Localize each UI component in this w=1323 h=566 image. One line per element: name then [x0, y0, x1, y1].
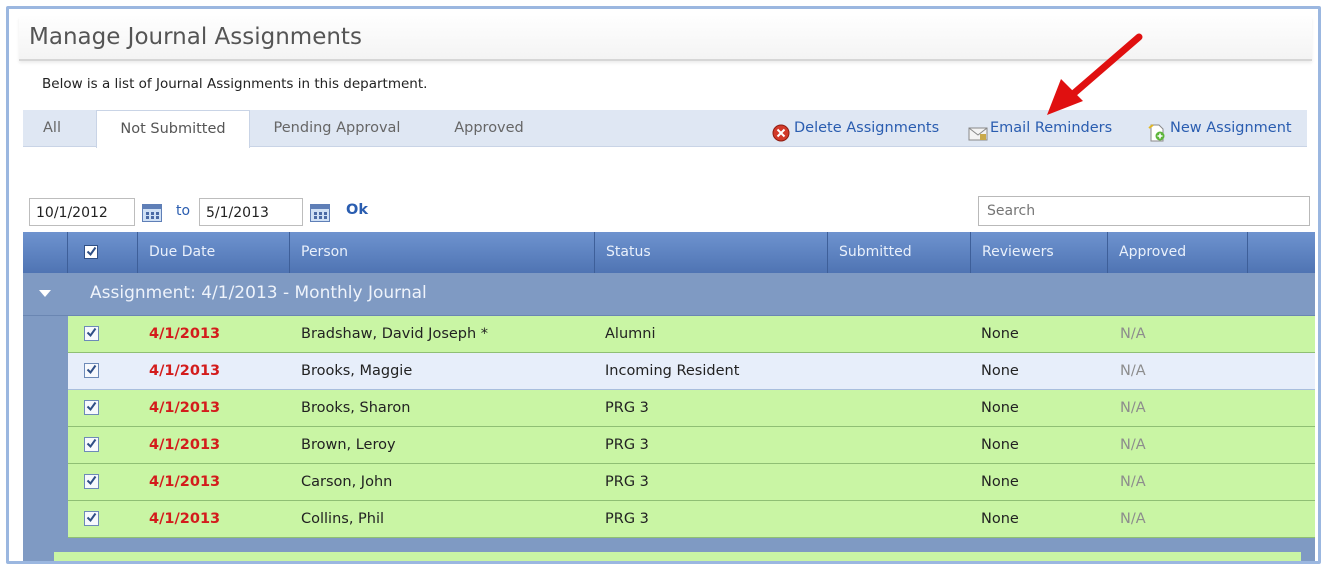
row-checkbox[interactable]	[84, 437, 99, 452]
row-checkbox[interactable]	[84, 363, 99, 378]
new-assignment-button[interactable]: New Assignment	[1148, 110, 1303, 146]
table-row[interactable]: 4/1/2013 Brown, Leroy PRG 3 None N/A	[68, 427, 1315, 464]
window-frame: Manage Journal Assignments Below is a li…	[6, 6, 1321, 564]
row-checkbox[interactable]	[84, 400, 99, 415]
status-cell: PRG 3	[605, 511, 649, 527]
column-submitted[interactable]: Submitted	[828, 232, 971, 273]
approved-cell: N/A	[1120, 474, 1146, 490]
envelope-icon	[968, 120, 988, 141]
due-date-cell: 4/1/2013	[149, 437, 221, 453]
due-date-cell: 4/1/2013	[149, 474, 221, 490]
due-date-cell: 4/1/2013	[149, 326, 221, 342]
reviewers-cell: None	[981, 400, 1019, 416]
partial-row	[54, 552, 1301, 561]
grid-header: Due Date Person Status Submitted Reviewe…	[23, 232, 1315, 273]
approved-cell: N/A	[1120, 437, 1146, 453]
row-checkbox[interactable]	[84, 474, 99, 489]
delete-assignments-button[interactable]: Delete Assignments	[772, 110, 952, 146]
table-row[interactable]: 4/1/2013 Collins, Phil PRG 3 None N/A	[68, 501, 1315, 538]
approved-cell: N/A	[1120, 363, 1146, 379]
row-checkbox[interactable]	[84, 511, 99, 526]
select-all-checkbox[interactable]	[84, 245, 98, 259]
due-date-cell: 4/1/2013	[149, 363, 221, 379]
to-date-input[interactable]: 5/1/2013	[199, 198, 303, 226]
tab-not-submitted[interactable]: Not Submitted	[96, 110, 250, 148]
person-cell: Brown, Leroy	[301, 437, 396, 453]
table-row[interactable]: 4/1/2013 Brooks, Sharon PRG 3 None N/A	[68, 390, 1315, 427]
status-cell: PRG 3	[605, 474, 649, 490]
table-row[interactable]: 4/1/2013 Bradshaw, David Joseph * Alumni No…	[68, 316, 1315, 353]
assignments-grid: Due Date Person Status Submitted Reviewe…	[23, 232, 1315, 561]
person-cell: Carson, John	[301, 474, 393, 490]
header-spacer	[23, 232, 68, 273]
header-filler	[1248, 232, 1315, 273]
status-cell: PRG 3	[605, 437, 649, 453]
group-title: Assignment: 4/1/2013 - Monthly Journal	[90, 283, 427, 303]
reviewers-cell: None	[981, 474, 1019, 490]
ok-button[interactable]: Ok	[346, 202, 368, 218]
approved-cell: N/A	[1120, 400, 1146, 416]
due-date-cell: 4/1/2013	[149, 511, 221, 527]
column-due-date[interactable]: Due Date	[138, 232, 290, 273]
new-assignment-label: New Assignment	[1170, 120, 1292, 136]
page-title: Manage Journal Assignments	[29, 24, 362, 50]
calendar-icon[interactable]	[142, 204, 162, 222]
approved-cell: N/A	[1120, 511, 1146, 527]
status-cell: Alumni	[605, 326, 656, 342]
header-select-all	[68, 232, 138, 273]
person-cell: Collins, Phil	[301, 511, 385, 527]
column-reviewers[interactable]: Reviewers	[971, 232, 1108, 273]
column-approved[interactable]: Approved	[1108, 232, 1248, 273]
caret-down-icon[interactable]	[39, 290, 51, 297]
row-checkbox[interactable]	[84, 326, 99, 341]
grid-rows: 4/1/2013 Bradshaw, David Joseph * Alumni No…	[68, 316, 1315, 538]
person-cell: Bradshaw, David Joseph *	[301, 326, 489, 342]
person-cell: Brooks, Maggie	[301, 363, 413, 379]
tab-all[interactable]: All	[23, 110, 81, 146]
status-cell: Incoming Resident	[605, 363, 740, 379]
column-person[interactable]: Person	[290, 232, 595, 273]
table-row[interactable]: 4/1/2013 Brooks, Maggie Incoming Resident N…	[68, 353, 1315, 390]
page-description: Below is a list of Journal Assignments i…	[42, 76, 428, 92]
status-cell: PRG 3	[605, 400, 649, 416]
from-date-input[interactable]: 10/1/2012	[29, 198, 135, 226]
reviewers-cell: None	[981, 437, 1019, 453]
reviewers-cell: None	[981, 511, 1019, 527]
calendar-icon[interactable]	[310, 204, 330, 222]
tab-approved[interactable]: Approved	[435, 110, 543, 146]
tab-pending-approval[interactable]: Pending Approval	[263, 110, 411, 146]
reviewers-cell: None	[981, 363, 1019, 379]
annotation-arrow	[1047, 33, 1143, 115]
delete-assignments-label: Delete Assignments	[794, 120, 940, 136]
reviewers-cell: None	[981, 326, 1019, 342]
delete-circle-icon	[772, 120, 790, 142]
search-input[interactable]	[978, 196, 1310, 226]
approved-cell: N/A	[1120, 326, 1146, 342]
table-row[interactable]: 4/1/2013 Carson, John PRG 3 None N/A	[68, 464, 1315, 501]
due-date-cell: 4/1/2013	[149, 400, 221, 416]
group-row: Assignment: 4/1/2013 - Monthly Journal	[23, 273, 1315, 316]
column-status[interactable]: Status	[595, 232, 828, 273]
person-cell: Brooks, Sharon	[301, 400, 411, 416]
new-document-icon	[1148, 120, 1166, 142]
to-label: to	[176, 203, 191, 219]
